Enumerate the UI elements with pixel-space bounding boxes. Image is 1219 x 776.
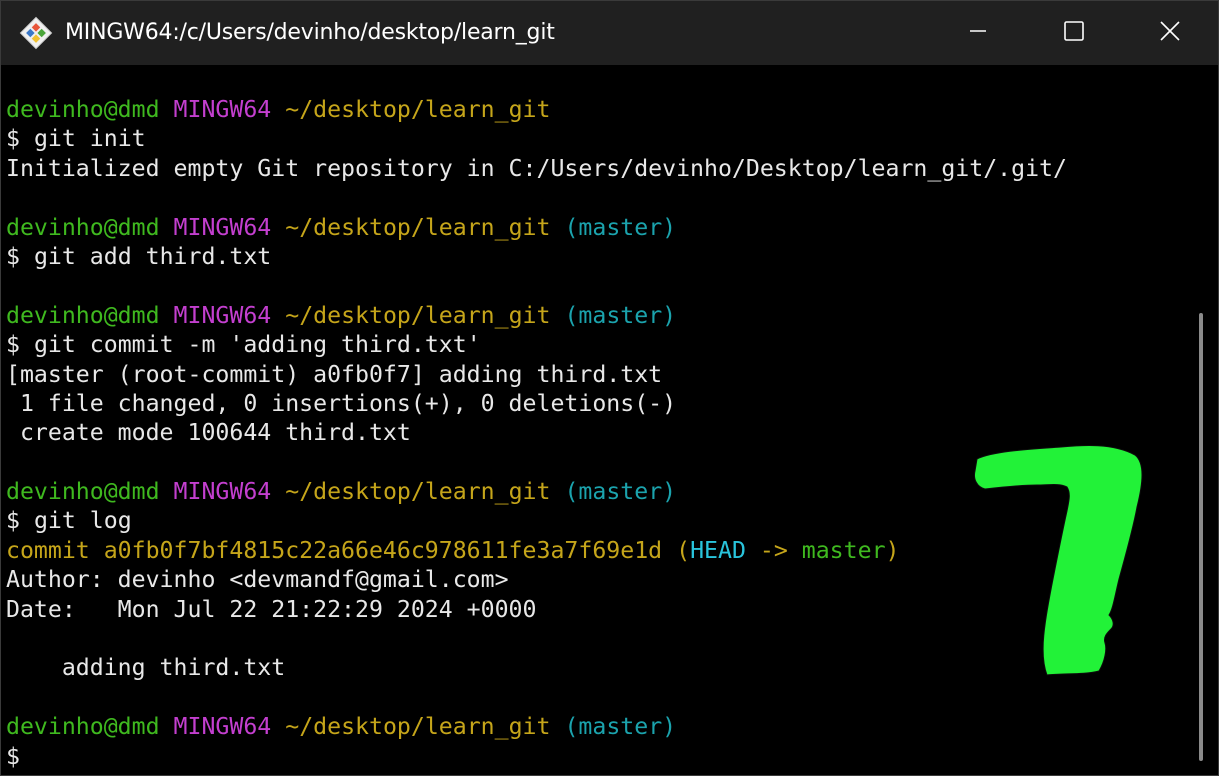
- command-text: git init: [33, 125, 146, 153]
- prompt-line: devinho@dmd MINGW64 ~/desktop/learn_git …: [6, 301, 1183, 330]
- prompt-path: ~/desktop/learn_git: [285, 96, 551, 123]
- vertical-scrollbar[interactable]: [1183, 65, 1218, 775]
- minimize-icon: [968, 21, 988, 45]
- prompt-path: ~/desktop/learn_git: [285, 301, 551, 329]
- git-diamond-icon[interactable]: [18, 15, 54, 51]
- command-text: git commit -m 'adding third.txt': [33, 331, 481, 359]
- command-text: git add third.txt: [33, 242, 272, 270]
- prompt-path: ~/desktop/learn_git: [285, 213, 551, 241]
- prompt-branch: (master): [564, 478, 677, 506]
- output-line: 1 file changed, 0 insertions(+), 0 delet…: [6, 389, 677, 417]
- maximize-button[interactable]: [1026, 1, 1122, 65]
- prompt-user: devinho@dmd: [6, 301, 160, 329]
- prompt-path: ~/desktop/learn_git: [285, 478, 551, 506]
- output-line: [master (root-commit) a0fb0f7] adding th…: [6, 360, 663, 388]
- command-line: $ git add third.txt: [6, 242, 1183, 271]
- prompt-branch: (master): [564, 213, 677, 241]
- scrollbar-thumb[interactable]: [1199, 313, 1203, 761]
- terminal-window: MINGW64:/c/Users/devinho/desktop/learn_g…: [0, 0, 1219, 776]
- prompt-host: MINGW64: [173, 96, 272, 123]
- master-ref: master: [801, 536, 886, 564]
- prompt-symbol: $: [6, 242, 20, 270]
- prompt-user: devinho@dmd: [6, 213, 160, 241]
- prompt-symbol: $: [6, 507, 20, 535]
- ref-close-paren: ): [885, 536, 900, 564]
- prompt-user: devinho@dmd: [6, 96, 160, 123]
- prompt-symbol: $: [6, 125, 20, 153]
- prompt-branch: (master): [564, 713, 677, 741]
- minimize-button[interactable]: [930, 1, 1026, 65]
- output-line: Initialized empty Git repository in C:/U…: [6, 154, 1067, 182]
- prompt-symbol: $: [6, 742, 20, 770]
- prompt-host: MINGW64: [173, 713, 272, 741]
- prompt-branch: (master): [564, 301, 677, 329]
- prompt-line: devinho@dmd MINGW64 ~/desktop/learn_git …: [6, 213, 1183, 242]
- ref-arrow: ->: [759, 536, 788, 564]
- prompt-user: devinho@dmd: [6, 713, 160, 741]
- commit-hash: commit a0fb0f7bf4815c22a66e46c978611fe3a…: [6, 536, 663, 564]
- command-line: $ git commit -m 'adding third.txt': [6, 330, 1183, 359]
- prompt-symbol: $: [6, 331, 20, 359]
- close-button[interactable]: [1122, 1, 1218, 65]
- prompt-host: MINGW64: [173, 478, 272, 506]
- command-line[interactable]: $: [6, 742, 1183, 771]
- prompt-user: devinho@dmd: [6, 478, 160, 506]
- window-title: MINGW64:/c/Users/devinho/desktop/learn_g…: [65, 20, 555, 45]
- close-icon: [1159, 20, 1181, 46]
- prompt-line: devinho@dmd MINGW64 ~/desktop/learn_git: [6, 95, 1183, 124]
- command-text: git log: [33, 507, 132, 535]
- maximize-icon: [1063, 20, 1085, 46]
- question-mark-icon: [963, 439, 1153, 679]
- head-ref: HEAD: [690, 536, 746, 564]
- ref-open-paren: (: [676, 536, 691, 564]
- prompt-host: MINGW64: [173, 301, 272, 329]
- title-bar[interactable]: MINGW64:/c/Users/devinho/desktop/learn_g…: [1, 1, 1218, 65]
- prompt-line: devinho@dmd MINGW64 ~/desktop/learn_git …: [6, 712, 1183, 741]
- command-line: $ git init: [6, 124, 1183, 153]
- prompt-host: MINGW64: [173, 213, 272, 241]
- prompt-path: ~/desktop/learn_git: [285, 713, 551, 741]
